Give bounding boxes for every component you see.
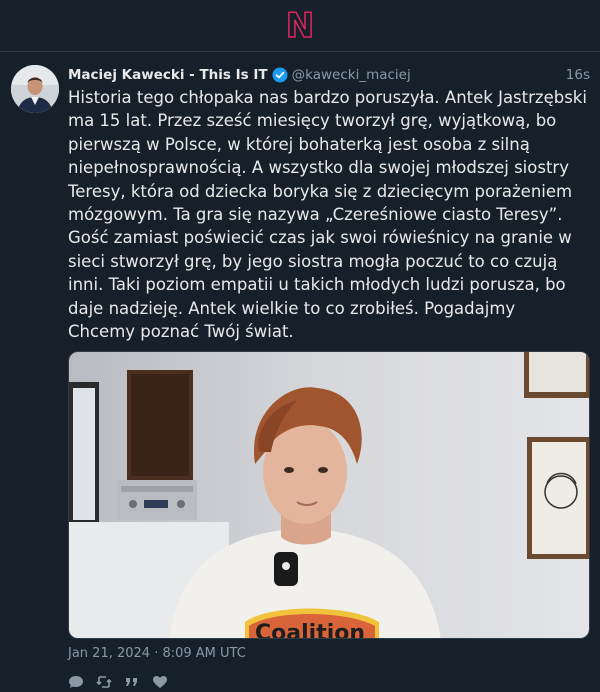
post: Maciej Kawecki - This Is IT @kawecki_mac…	[0, 52, 600, 691]
verified-badge-icon	[272, 67, 288, 83]
post-actions	[68, 673, 590, 691]
post-header: Maciej Kawecki - This Is IT @kawecki_mac…	[68, 64, 590, 86]
retweet-icon[interactable]	[96, 674, 112, 690]
reply-icon[interactable]	[68, 674, 84, 690]
quote-icon[interactable]	[124, 674, 140, 690]
app-logo[interactable]: N	[285, 8, 315, 44]
post-time[interactable]: 16s	[566, 67, 590, 83]
author-name[interactable]: Maciej Kawecki - This Is IT	[68, 67, 268, 83]
post-date[interactable]: Jan 21, 2024 · 8:09 AM UTC	[68, 646, 590, 664]
post-text: Historia tego chłopaka nas bardzo porusz…	[68, 88, 593, 342]
author-handle[interactable]: @kawecki_maciej	[292, 67, 411, 83]
avatar[interactable]	[11, 65, 59, 113]
like-icon[interactable]	[152, 674, 168, 690]
shirt-logo-text: Coalition	[255, 621, 365, 639]
post-image[interactable]: Coalition	[68, 351, 590, 640]
top-bar: N	[0, 0, 600, 52]
post-content: Maciej Kawecki - This Is IT @kawecki_mac…	[68, 64, 590, 691]
